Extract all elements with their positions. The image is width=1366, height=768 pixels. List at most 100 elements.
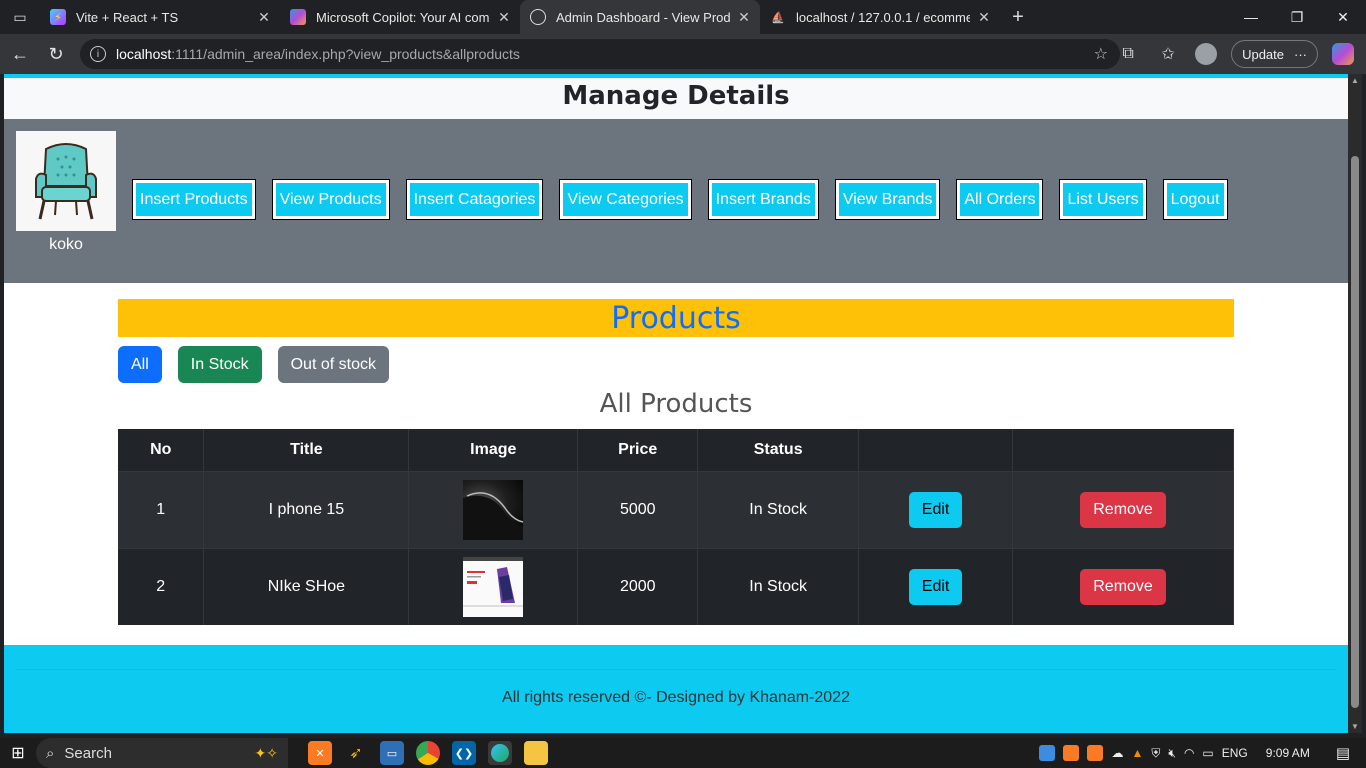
close-tab-icon[interactable]: ✕: [976, 9, 992, 26]
windows-taskbar: ⊞ ⌕ Search ✦✧ ✕ ➶ ▭ ❮❯ ☁ ▲ ⛨ 🔇︎ ◠ ▭ ENG …: [0, 738, 1366, 768]
taskbar-search[interactable]: ⌕ Search ✦✧: [36, 738, 288, 768]
notifications-icon[interactable]: ▤: [1336, 744, 1350, 762]
edit-button[interactable]: Edit: [908, 568, 963, 605]
copilot-icon[interactable]: [1332, 43, 1354, 65]
cloud-icon[interactable]: ☁: [1111, 746, 1123, 760]
xampp-tray-icon[interactable]: [1063, 745, 1080, 761]
sparkle-icon: ✦✧: [254, 744, 278, 761]
system-tray: ☁ ▲ ⛨ 🔇︎ ◠ ▭ ENG 9:09 AM ▤: [1039, 738, 1366, 768]
nav-label[interactable]: View Categories: [563, 183, 688, 216]
windows-start-icon[interactable]: ⊞: [0, 738, 36, 768]
clock[interactable]: 9:09 AM: [1266, 746, 1310, 760]
taskbar-apps: ✕ ➶ ▭ ❮❯: [308, 741, 548, 765]
table-row: 2 NIke SHoe 2000 In Stock Edit Remove: [118, 547, 1234, 625]
browser-toolbar: ← ↻ i localhost:1111/admin_area/index.ph…: [0, 34, 1366, 74]
phone-thumbnail: [463, 479, 524, 540]
restore-icon[interactable]: ❐: [1274, 0, 1320, 34]
admin-nav-bar: koko Insert Products View Products Inser…: [4, 119, 1348, 283]
close-window-icon[interactable]: ✕: [1320, 0, 1366, 34]
profile-avatar-icon[interactable]: [1195, 43, 1218, 65]
cell-price: 5000: [577, 470, 699, 548]
volume-muted-icon[interactable]: 🔇︎: [1168, 746, 1176, 761]
xampp-tray-icon[interactable]: [1087, 745, 1104, 761]
nav-label[interactable]: Insert Brands: [711, 183, 815, 216]
url-host: localhost: [116, 46, 172, 62]
browser-tab-strip: ▭ ⚡ Vite + React + TS ✕ Microsoft Copilo…: [0, 0, 1366, 34]
nav-insert-brands[interactable]: Insert Brands: [707, 179, 819, 220]
shoe-thumbnail: [463, 556, 524, 617]
nav-all-orders[interactable]: All Orders: [956, 179, 1044, 220]
browser-tab[interactable]: ⛵ localhost / 127.0.0.1 / ecommerce ✕: [760, 0, 1000, 34]
address-bar[interactable]: i localhost:1111/admin_area/index.php?vi…: [80, 39, 1120, 69]
filter-in-stock-button[interactable]: In Stock: [177, 346, 262, 383]
cell-edit: Edit: [858, 470, 1014, 548]
update-button[interactable]: Update ···: [1231, 40, 1318, 68]
monitor-icon[interactable]: ▭: [380, 741, 404, 765]
xampp-icon[interactable]: ✕: [308, 741, 332, 765]
browser-tab[interactable]: Microsoft Copilot: Your AI compa ✕: [280, 0, 520, 34]
filter-all-button[interactable]: All: [118, 346, 162, 383]
nav-label[interactable]: View Products: [275, 183, 386, 216]
globe-icon: [530, 9, 546, 25]
close-tab-icon[interactable]: ✕: [496, 9, 512, 26]
nav-label[interactable]: View Brands: [838, 183, 937, 216]
scroll-up-icon[interactable]: ▲: [1351, 76, 1359, 85]
nav-label[interactable]: All Orders: [960, 183, 1040, 216]
tab-title: Admin Dashboard - View Product: [556, 9, 730, 25]
favorites-icon[interactable]: ✩: [1155, 41, 1181, 67]
extensions-icon[interactable]: ⧉: [1115, 41, 1141, 67]
back-icon[interactable]: ←: [2, 36, 38, 72]
browser-tab[interactable]: ⚡ Vite + React + TS ✕: [40, 0, 280, 34]
security-shield-icon[interactable]: ⛨: [1151, 746, 1160, 761]
nav-view-categories[interactable]: View Categories: [559, 179, 692, 220]
language-indicator[interactable]: ENG: [1222, 746, 1248, 760]
products-banner: Products: [118, 299, 1234, 337]
nav-label[interactable]: Insert Catagories: [409, 183, 540, 216]
nav-view-brands[interactable]: View Brands: [834, 179, 941, 220]
table-header-row: No Title Image Price Status: [118, 429, 1234, 471]
filter-out-of-stock-button[interactable]: Out of stock: [277, 346, 389, 383]
edge-icon[interactable]: [488, 741, 512, 765]
cell-title: NIke SHoe: [203, 547, 410, 625]
tray-app-icon[interactable]: [1039, 745, 1056, 761]
minimize-icon[interactable]: —: [1228, 0, 1274, 34]
scrollbar-thumb[interactable]: [1351, 156, 1359, 708]
remove-button[interactable]: Remove: [1080, 491, 1166, 528]
remove-button[interactable]: Remove: [1080, 568, 1166, 605]
tab-actions-icon[interactable]: ▭: [0, 0, 40, 34]
new-tab-button[interactable]: +: [1000, 0, 1036, 34]
footer-text: All rights reserved ©- Designed by Khana…: [502, 689, 850, 706]
close-tab-icon[interactable]: ✕: [256, 9, 272, 26]
nav-view-products[interactable]: View Products: [271, 179, 390, 220]
refresh-icon[interactable]: ↻: [38, 36, 74, 72]
vlc-icon[interactable]: ▲: [1131, 746, 1143, 760]
cell-status: In Stock: [697, 470, 860, 548]
header-edit: [858, 429, 1014, 471]
file-explorer-icon[interactable]: [524, 741, 548, 765]
nav-logout[interactable]: Logout: [1162, 179, 1228, 220]
edit-button[interactable]: Edit: [908, 491, 963, 528]
nav-list-users[interactable]: List Users: [1059, 179, 1147, 220]
nav-insert-categories[interactable]: Insert Catagories: [405, 179, 544, 220]
nav-label[interactable]: List Users: [1063, 183, 1143, 216]
cell-edit: Edit: [858, 547, 1014, 625]
scroll-down-icon[interactable]: ▼: [1351, 722, 1359, 731]
more-options-icon[interactable]: ···: [1294, 47, 1307, 62]
battery-icon[interactable]: ▭: [1202, 746, 1213, 760]
window-controls: — ❐ ✕: [1228, 0, 1366, 34]
manage-title: Manage Details: [562, 81, 790, 111]
nav-label[interactable]: Logout: [1166, 183, 1224, 216]
close-tab-icon[interactable]: ✕: [736, 9, 752, 26]
vite-icon: ⚡: [50, 9, 66, 25]
chrome-icon[interactable]: [416, 741, 440, 765]
nav-label[interactable]: Insert Products: [136, 183, 252, 216]
vscode-icon[interactable]: ❮❯: [452, 741, 476, 765]
nav-insert-products[interactable]: Insert Products: [132, 179, 256, 220]
wifi-icon[interactable]: ◠: [1184, 746, 1194, 760]
manage-header: Manage Details: [4, 78, 1348, 119]
site-info-icon[interactable]: i: [90, 46, 106, 62]
favorite-star-icon[interactable]: ☆: [1094, 44, 1108, 64]
folder-bird-icon[interactable]: ➶: [344, 741, 368, 765]
browser-tab-active[interactable]: Admin Dashboard - View Product ✕: [520, 0, 760, 34]
page-scrollbar[interactable]: ▲ ▼: [1348, 74, 1362, 733]
